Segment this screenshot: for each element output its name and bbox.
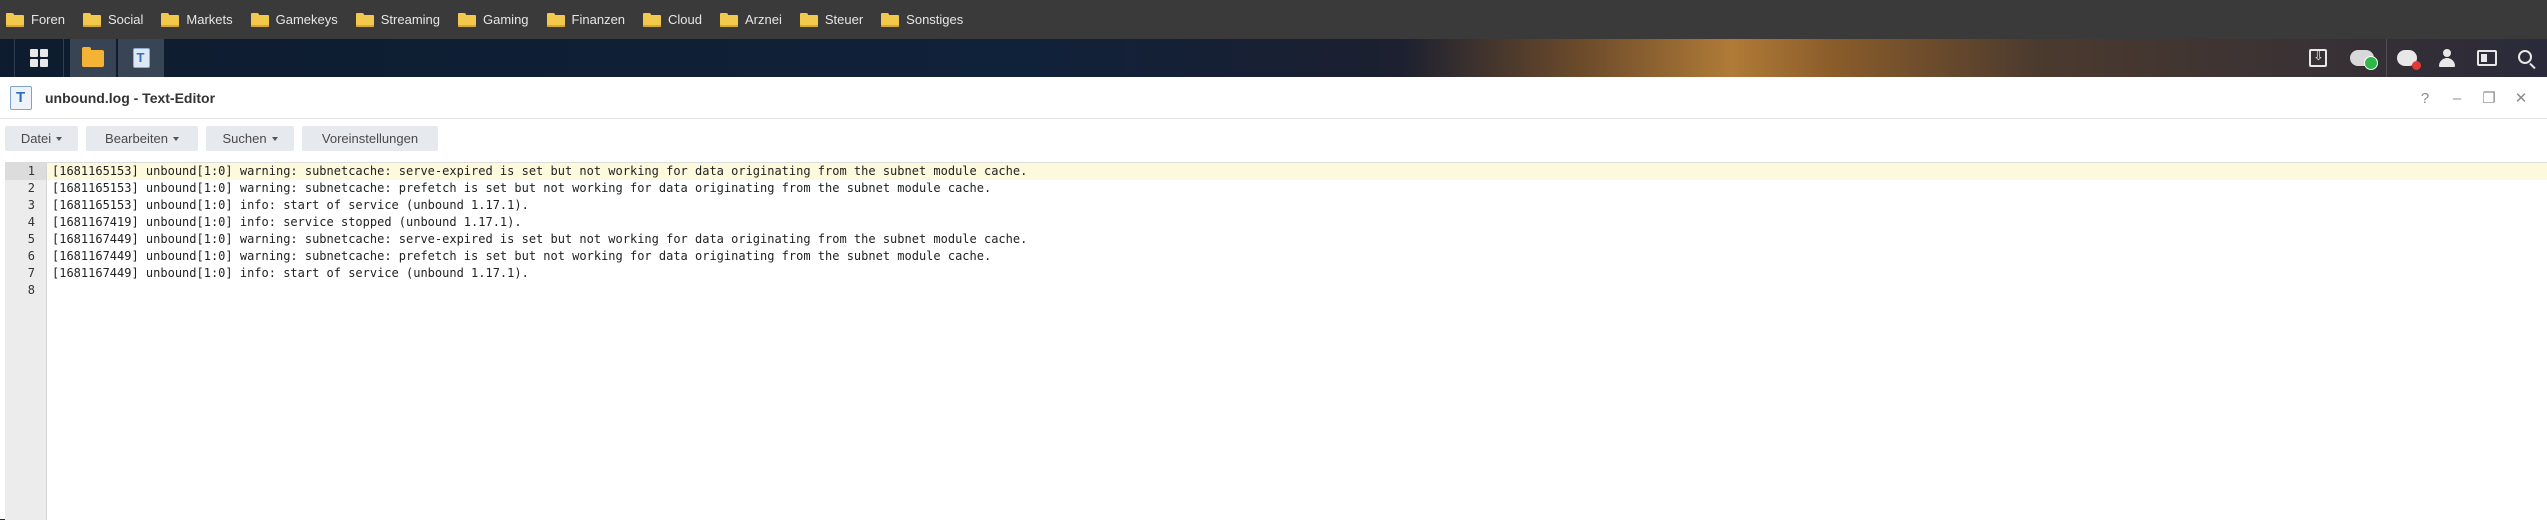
taskbar-right	[2298, 39, 2547, 77]
file-station-button[interactable]	[70, 39, 116, 77]
bookmark-label: Finanzen	[571, 12, 626, 27]
bookmark-social[interactable]: Social	[82, 0, 161, 39]
code-line[interactable]: [1681167449] unbound[1:0] info: start of…	[47, 265, 2547, 282]
caret-down-icon	[172, 136, 179, 141]
chat-icon	[2397, 50, 2421, 70]
code-editor[interactable]: 1 2 3 4 5 6 7 8 [1681165153] unbound[1:0…	[5, 162, 2547, 520]
settings-button[interactable]: Voreinstellungen	[302, 126, 438, 151]
window-title: unbound.log - Text-Editor	[45, 90, 216, 106]
folder-icon	[6, 12, 24, 27]
code-line[interactable]: [1681165153] unbound[1:0] warning: subne…	[47, 180, 2547, 197]
caret-down-icon	[271, 136, 278, 141]
edit-menu-label: Bearbeiten	[105, 131, 168, 146]
folder-icon	[643, 12, 662, 27]
minimize-button[interactable]: –	[2441, 77, 2473, 119]
folder-icon	[546, 12, 565, 27]
bookmark-sonstiges[interactable]: Sonstiges	[881, 0, 981, 39]
folder-icon	[881, 12, 900, 27]
folder-icon	[355, 12, 374, 27]
main-menu-button[interactable]	[15, 39, 63, 77]
window-titlebar[interactable]: unbound.log - Text-Editor ? – ❐ ✕	[0, 77, 2547, 119]
bookmark-finanzen[interactable]: Finanzen	[546, 0, 643, 39]
folder-icon	[250, 12, 269, 27]
search-menu-button[interactable]: Suchen	[206, 126, 294, 151]
folder-icon	[161, 12, 180, 27]
window-controls: ? – ❐ ✕	[2409, 77, 2537, 119]
widgets-icon	[2477, 50, 2497, 66]
bookmark-markets[interactable]: Markets	[161, 0, 250, 39]
close-button[interactable]: ✕	[2505, 77, 2537, 119]
file-menu-label: Datei	[20, 131, 52, 146]
bookmark-label: Gaming	[483, 12, 529, 27]
taskbar-divider	[63, 39, 64, 77]
cloud-sync-button[interactable]	[2338, 39, 2386, 77]
code-text-area[interactable]: [1681165153] unbound[1:0] warning: subne…	[47, 163, 2547, 299]
caret-down-icon	[56, 136, 63, 141]
bookmark-label: Foren	[31, 12, 65, 27]
bookmark-label: Arznei	[745, 12, 782, 27]
settings-label: Voreinstellungen	[321, 131, 419, 146]
bookmarks-bar: Foren Social Markets Gamekeys Streaming …	[0, 0, 2547, 39]
bookmark-foren[interactable]: Foren	[6, 0, 83, 39]
bookmark-label: Markets	[186, 12, 233, 27]
file-station-icon	[82, 46, 104, 67]
bookmark-label: Steuer	[824, 12, 864, 27]
file-menu-button[interactable]: Datei	[5, 126, 78, 151]
help-button[interactable]: ?	[2409, 77, 2441, 119]
restore-button[interactable]: ❐	[2473, 77, 2505, 119]
line-number: 2	[27, 181, 35, 195]
search-menu-label: Suchen	[222, 131, 267, 146]
chat-button[interactable]	[2387, 39, 2427, 77]
bookmark-gaming[interactable]: Gaming	[458, 0, 547, 39]
edit-menu-button[interactable]: Bearbeiten	[86, 126, 198, 151]
code-line[interactable]: [1681167449] unbound[1:0] warning: subne…	[47, 248, 2547, 265]
line-number: 8	[27, 283, 35, 297]
text-editor-window: unbound.log - Text-Editor ? – ❐ ✕ Datei …	[0, 77, 2547, 520]
bookmark-gamekeys[interactable]: Gamekeys	[250, 0, 356, 39]
bookmark-label: Sonstiges	[906, 12, 964, 27]
code-line[interactable]: [1681167419] unbound[1:0] info: service …	[47, 214, 2547, 231]
taskbar	[0, 39, 2547, 77]
line-number: 3	[27, 198, 35, 212]
line-number: 7	[27, 266, 35, 280]
code-line-active[interactable]: [1681165153] unbound[1:0] warning: subne…	[47, 163, 2547, 180]
folder-icon	[458, 12, 477, 27]
folder-icon	[82, 12, 101, 27]
line-number: 6	[27, 249, 35, 263]
bookmark-label: Gamekeys	[275, 12, 338, 27]
bookmark-arznei[interactable]: Arznei	[720, 0, 800, 39]
bookmark-streaming[interactable]: Streaming	[355, 0, 458, 39]
user-icon	[2438, 49, 2456, 67]
line-number-gutter: 1 2 3 4 5 6 7 8	[5, 163, 47, 520]
search-button[interactable]	[2507, 39, 2547, 77]
text-editor-taskbar-button[interactable]	[118, 39, 164, 77]
main-menu-icon	[30, 49, 48, 67]
text-editor-app-icon	[10, 86, 32, 110]
code-line[interactable]	[47, 282, 2547, 299]
user-button[interactable]	[2427, 39, 2467, 77]
line-number: 4	[27, 215, 35, 229]
bookmark-steuer[interactable]: Steuer	[799, 0, 881, 39]
folder-icon	[799, 12, 818, 27]
widgets-button[interactable]	[2467, 39, 2507, 77]
download-icon	[2309, 48, 2327, 67]
bookmark-label: Streaming	[380, 12, 441, 27]
taskbar-left	[0, 39, 164, 77]
code-line[interactable]: [1681165153] unbound[1:0] info: start of…	[47, 197, 2547, 214]
cloud-sync-icon	[2350, 50, 2378, 70]
line-number: 1	[5, 163, 46, 180]
bookmark-label: Cloud	[668, 12, 702, 27]
bookmark-label: Social	[107, 12, 144, 27]
text-editor-icon	[132, 48, 150, 68]
download-button[interactable]	[2298, 39, 2338, 77]
editor-menubar: Datei Bearbeiten Suchen Voreinstellungen	[0, 119, 2547, 157]
line-number: 5	[27, 232, 35, 246]
bookmark-cloud[interactable]: Cloud	[643, 0, 720, 39]
search-icon	[2518, 49, 2532, 64]
folder-icon	[720, 12, 738, 27]
code-line[interactable]: [1681167449] unbound[1:0] warning: subne…	[47, 231, 2547, 248]
